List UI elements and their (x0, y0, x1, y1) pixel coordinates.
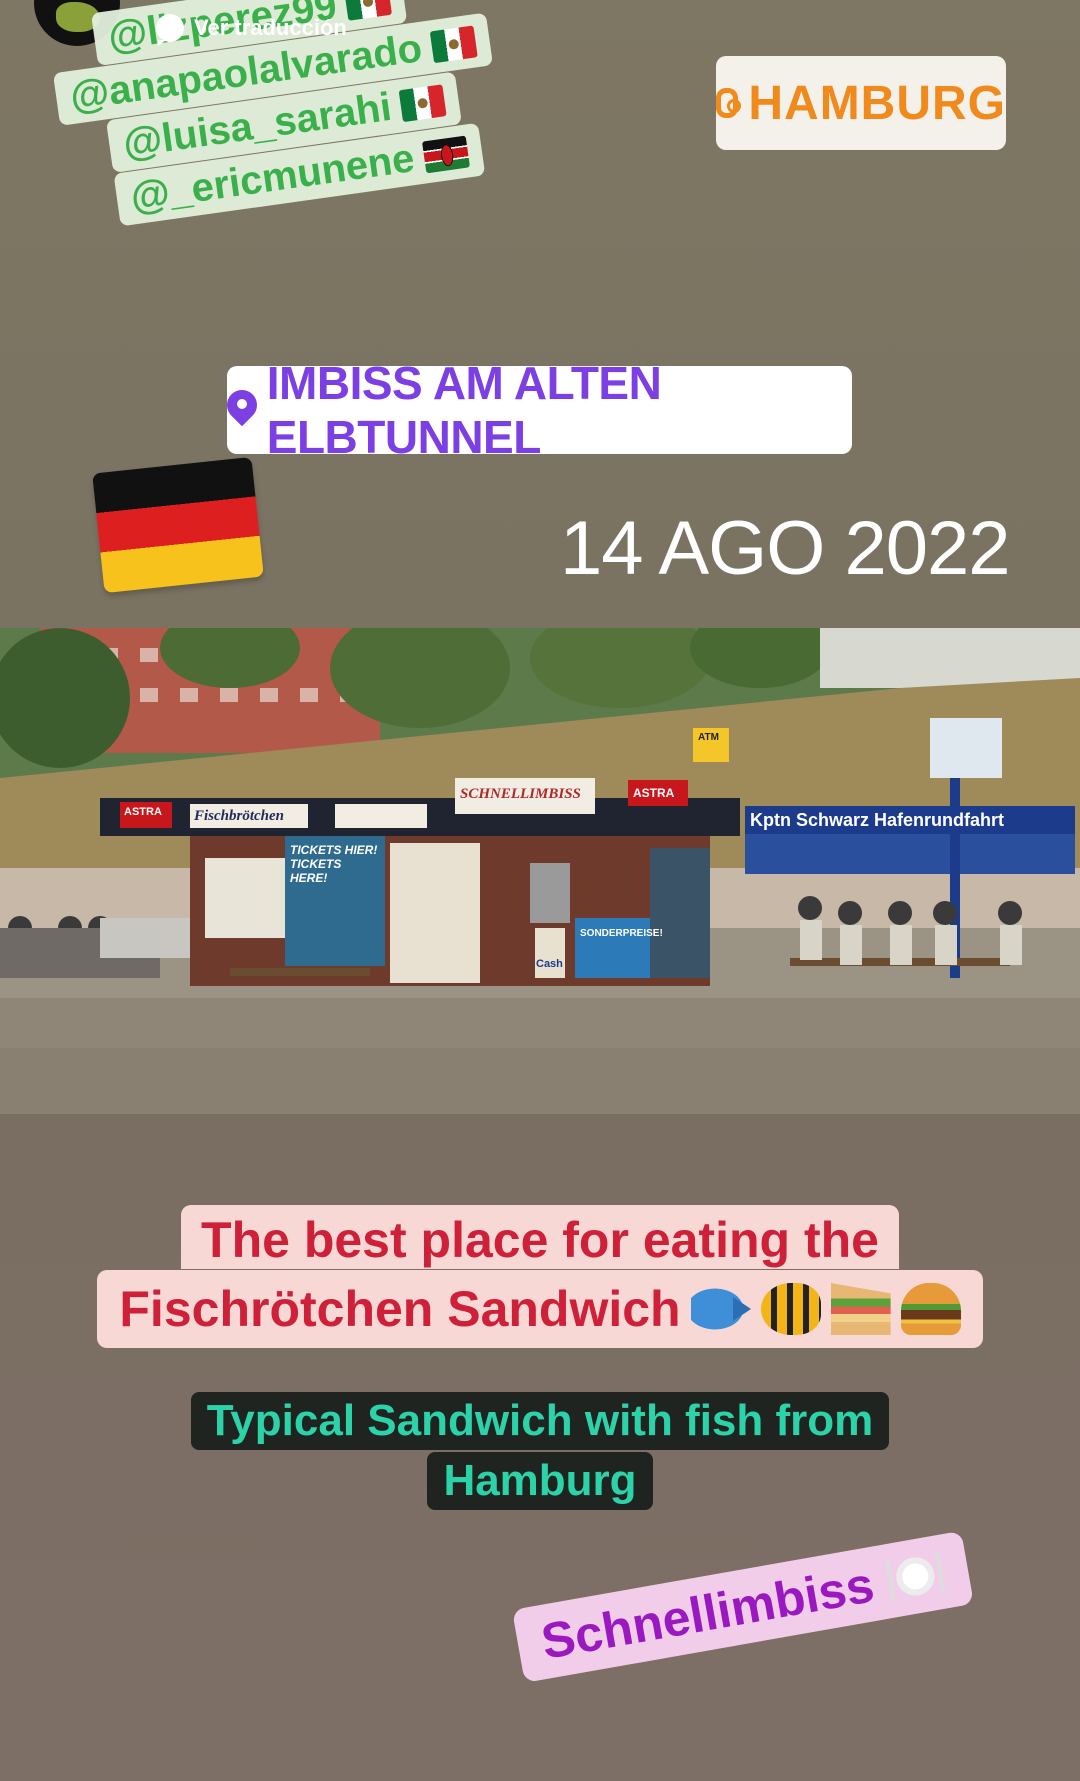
at-icon (716, 88, 742, 118)
astra-sign-left: ASTRA (124, 806, 162, 818)
kiosk-photo: ASTRA Fischbrötchen SCHNELLIMBISS ASTRA … (0, 628, 1080, 1114)
mx-flag-icon (429, 24, 478, 63)
translate-button[interactable]: Ver traducción (156, 14, 347, 46)
mx-flag-icon (344, 0, 393, 21)
schnellimbiss-sticker: Schnellimbiss (512, 1530, 975, 1683)
typical-line-2-row: Hamburg (0, 1452, 1080, 1510)
cash-sign: Cash (536, 958, 563, 970)
sandwich-icon (830, 1283, 891, 1335)
mx-flag-icon (398, 83, 447, 122)
date-sticker: 14 AGO 2022 (560, 506, 1011, 591)
atm-sign: ATM (698, 732, 719, 743)
tropical-fish-icon (760, 1283, 821, 1335)
location-sticker[interactable]: IMBISS AM ALTEN ELBTUNNEL (227, 357, 852, 463)
typical-caption-line-2: Hamburg (427, 1452, 653, 1510)
caption-line-1: The best place for eating the (181, 1205, 899, 1269)
pin-icon (227, 390, 253, 430)
fischbrotchen-sign: Fischbrötchen (194, 808, 285, 824)
hamburger-icon (900, 1283, 961, 1335)
hamburg-mention-sticker[interactable]: HAMBURG (716, 56, 1006, 150)
germany-flag-sticker (92, 456, 264, 594)
typical-caption-line-1: Typical Sandwich with fish from (190, 1392, 890, 1450)
caption-line-2-row: Fischrötchen Sandwich (0, 1270, 1080, 1348)
typical-line-1-row: Typical Sandwich with fish from (0, 1392, 1080, 1450)
schnellimbiss-sign: SCHNELLIMBISS (460, 786, 581, 802)
caption-line-2: Fischrötchen Sandwich (97, 1270, 983, 1348)
tickets-sign: TICKETS HIER! TICKETS HERE! (290, 843, 378, 885)
fork-knife-plate-icon (883, 1547, 949, 1606)
caption-line-1-row: The best place for eating the (0, 1205, 1080, 1269)
speech-bubble-icon (156, 14, 184, 46)
hafenrundfahrt-banner: Kptn Schwarz Hafenrundfahrt (750, 810, 1005, 830)
ke-flag-icon (421, 135, 470, 173)
sonderpreise-sign: SONDERPREISE! (580, 928, 663, 939)
fish-icon (690, 1283, 751, 1335)
astra-sign-right: ASTRA (633, 786, 675, 800)
